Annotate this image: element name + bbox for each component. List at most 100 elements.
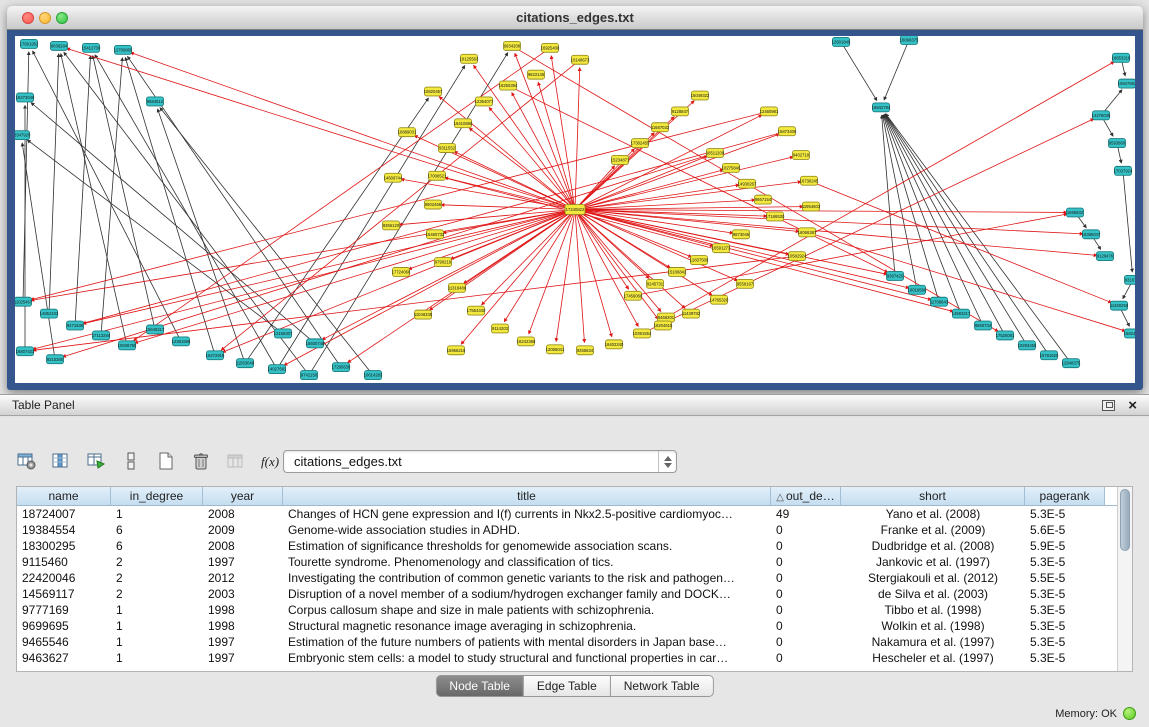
import-table-icon[interactable] (224, 449, 248, 473)
graph-node[interactable]: 15460732 (426, 230, 445, 239)
graph-node[interactable]: 16273049 (16, 93, 35, 102)
column-header-year[interactable]: year (203, 487, 283, 506)
graph-node[interactable]: 18347920 (15, 131, 31, 140)
graph-node[interactable]: 1595832 (1067, 208, 1084, 217)
graph-node[interactable]: 14027681 (268, 365, 287, 374)
graph-node[interactable]: 16738245 (800, 176, 819, 185)
column-header-short[interactable]: short (841, 487, 1025, 506)
column-header-name[interactable]: name (17, 487, 111, 506)
graph-node[interactable]: 16642794 (872, 103, 891, 112)
graph-node[interactable]: 16385047 (1082, 230, 1101, 239)
graph-node[interactable]: 12460981 (760, 107, 779, 116)
graph-node[interactable]: 11316488 (448, 283, 467, 292)
graph-node[interactable]: 9036284 (51, 41, 68, 50)
graph-node[interactable]: 15648217 (146, 325, 165, 334)
tab-node-table[interactable]: Node Table (435, 675, 524, 697)
graph-node[interactable]: 11439782 (682, 309, 701, 318)
graph-node[interactable]: 17724066 (392, 267, 411, 276)
float-panel-icon[interactable] (1102, 400, 1115, 411)
graph-node[interactable]: 14593217 (952, 309, 971, 318)
graph-node[interactable]: 16889031 (398, 128, 417, 137)
tab-edge-table[interactable]: Edge Table (524, 675, 611, 697)
graph-node[interactable]: 12837509 (690, 256, 709, 265)
graph-node[interactable]: 17240822 (565, 205, 585, 215)
graph-node[interactable]: 14852103 (40, 309, 59, 318)
graph-node[interactable]: 18653210 (1112, 53, 1131, 62)
graph-node[interactable]: 18472915 (206, 351, 225, 360)
graph-node[interactable]: 18204615 (654, 321, 673, 330)
graph-node[interactable]: 15106842 (668, 267, 687, 276)
vertical-scrollbar[interactable] (1117, 487, 1132, 671)
graph-node[interactable]: 18125563 (460, 54, 479, 63)
graph-node[interactable]: 14608744 (384, 173, 403, 182)
graph-node[interactable]: 9822145 (528, 70, 545, 79)
table-row[interactable]: 2242004622012Investigating the contribut… (17, 570, 1117, 586)
graph-node[interactable]: 16242388 (517, 337, 536, 346)
graph-node[interactable]: 18250394 (499, 81, 518, 90)
graph-node[interactable]: 9245731 (647, 279, 664, 288)
tab-network-table[interactable]: Network Table (611, 675, 714, 697)
fx-icon[interactable]: f(x) (259, 449, 283, 473)
row-height-icon[interactable] (119, 449, 143, 473)
graph-node[interactable]: 17295630 (332, 363, 351, 372)
graph-node[interactable]: 9471638 (67, 321, 84, 330)
table-row[interactable]: 1938455462009Genome-wide association stu… (17, 522, 1117, 538)
graph-node[interactable]: 18402340 (605, 340, 624, 349)
graph-node[interactable]: 11563048 (236, 359, 255, 368)
graph-node[interactable]: 12065041 (546, 345, 565, 354)
graph-node[interactable]: 17526081 (996, 331, 1015, 340)
graph-node[interactable]: 17037924 (1114, 166, 1133, 175)
column-header-out-de-[interactable]: △out_de… (771, 487, 841, 506)
graph-node[interactable]: 10293456 (1018, 341, 1037, 350)
graph-node[interactable]: 15873406 (778, 127, 797, 136)
minimize-window-icon[interactable] (39, 12, 51, 24)
table-row[interactable]: 946554611997Estimation of the future num… (17, 634, 1117, 650)
graph-node[interactable]: 11954603 (802, 202, 821, 211)
graph-node[interactable]: 11048335 (414, 310, 433, 319)
graph-node[interactable]: 11708643 (930, 297, 949, 306)
graph-node[interactable]: 14276035 (1092, 111, 1111, 120)
graph-node[interactable]: 15824603 (1124, 329, 1135, 338)
graph-node[interactable]: 18019568 (908, 285, 927, 294)
graph-node[interactable]: 15412730 (82, 43, 101, 52)
zoom-window-icon[interactable] (56, 12, 68, 24)
graph-node[interactable]: 9114203 (492, 324, 509, 333)
table-row[interactable]: 1456911722003Disruption of a novel membe… (17, 586, 1117, 602)
graph-node[interactable]: 9860734 (975, 321, 992, 330)
graph-node[interactable]: 17554340 (467, 306, 486, 315)
graph-node[interactable]: 9128847 (672, 107, 689, 116)
graph-node[interactable]: 17113284 (92, 331, 111, 340)
graph-node[interactable]: 15234871 (611, 155, 630, 164)
table-row[interactable]: 1830029562008Estimation of significance … (17, 538, 1117, 554)
column-visibility-icon[interactable] (49, 449, 73, 473)
graph-node[interactable]: 14930267 (738, 179, 757, 188)
graph-node[interactable]: 9255634 (577, 346, 594, 355)
graph-node[interactable]: 10582924 (788, 252, 807, 261)
combo-stepper-icon[interactable] (658, 451, 676, 472)
graph-node[interactable]: 9316752 (1125, 275, 1136, 284)
graph-node[interactable]: 12381596 (172, 337, 191, 346)
graph-node[interactable]: 12601849 (832, 37, 851, 46)
graph-node[interactable]: 12354077 (475, 97, 494, 106)
graph-node[interactable]: 16098375 (900, 36, 919, 44)
graph-node[interactable]: 16591273 (712, 244, 731, 253)
graph-node[interactable]: 16807423 (16, 347, 35, 356)
graph-node[interactable]: 15930748 (306, 339, 325, 348)
scrollbar-thumb[interactable] (1120, 489, 1130, 551)
graph-node[interactable]: 8902466 (425, 200, 442, 209)
graph-node[interactable]: 9356120 (383, 221, 400, 230)
graph-node[interactable]: 9215380 (47, 355, 64, 364)
graph-node[interactable]: 17681952 (20, 39, 39, 48)
graph-node[interactable]: 9387425 (887, 271, 904, 280)
graph-node[interactable]: 11460258 (1110, 301, 1129, 310)
graph-node[interactable]: 12709865 (114, 45, 133, 54)
graph-node[interactable]: 16925408 (541, 43, 560, 52)
graph-node[interactable]: 10275846 (722, 163, 741, 172)
graph-node[interactable]: 9311552 (439, 144, 456, 153)
new-table-icon[interactable] (154, 449, 178, 473)
column-header-title[interactable]: title (283, 487, 771, 506)
table-row[interactable]: 1872400712008Changes of HCN gene express… (17, 506, 1117, 522)
graph-node[interactable]: 9667154 (755, 195, 772, 204)
graph-node[interactable]: 10820457 (424, 87, 443, 96)
close-panel-icon[interactable]: × (1128, 396, 1137, 416)
